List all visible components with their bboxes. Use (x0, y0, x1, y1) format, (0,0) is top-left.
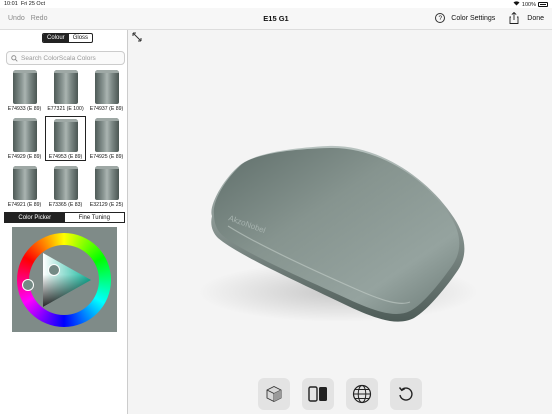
status-bar: 10:01 Fri 25 Oct 100% (0, 0, 552, 8)
picker-tabs: Color Picker Fine Tuning (4, 212, 125, 223)
cube-view-button[interactable] (258, 378, 290, 410)
swatch-item[interactable]: E74929 (E 89) (4, 116, 45, 161)
swatch-item[interactable]: E74925 (E 89) (86, 116, 127, 161)
swatch-item[interactable]: E77321 (E 100) (45, 68, 86, 113)
search-input[interactable]: Search ColorScala Colors (6, 51, 125, 65)
paint-can-icon (94, 166, 119, 200)
paint-can-icon (12, 118, 37, 152)
nav-bar: Undo Redo E15 G1 ? Color Settings Done (0, 8, 552, 30)
swatch-item-selected[interactable]: E74953 (E 89) (45, 116, 86, 161)
tab-fine-tuning[interactable]: Fine Tuning (65, 213, 125, 222)
status-time: 10:01 Fri 25 Oct (4, 1, 45, 7)
swatch-label: E32129 (E 25) (89, 202, 124, 208)
swatch-item[interactable]: E74921 (E 89) (4, 164, 45, 209)
swatch-label: E74929 (E 89) (7, 154, 42, 160)
colour-gloss-segment: Colour Gloss (42, 33, 94, 43)
triangle-handle[interactable] (48, 264, 60, 276)
status-indicators: 100% (513, 1, 548, 8)
segment-colour[interactable]: Colour (43, 34, 69, 42)
segment-gloss[interactable]: Gloss (69, 34, 92, 42)
battery-percent: 100% (521, 1, 536, 8)
color-picker (12, 227, 117, 332)
swatch-grid: E74933 (E 89) E77321 (E 100) E74937 (E 8… (4, 68, 126, 209)
paint-can-icon (94, 118, 119, 152)
color-settings-button[interactable]: Color Settings (451, 15, 495, 22)
saturation-triangle[interactable] (41, 251, 93, 309)
model-canvas[interactable]: AkzoNobel (128, 30, 552, 414)
cube-icon (266, 385, 282, 403)
viewport[interactable]: AkzoNobel (128, 30, 552, 414)
paint-can-icon (12, 166, 37, 200)
paint-can-icon (53, 119, 78, 152)
bottom-toolbar (258, 378, 422, 410)
swatch-label: E74921 (E 89) (7, 202, 42, 208)
paint-can-icon (94, 70, 119, 104)
sidebar: Colour Gloss Search ColorScala Colors E7… (0, 30, 128, 414)
search-placeholder: Search ColorScala Colors (21, 54, 96, 62)
swatch-label: E74925 (E 89) (89, 154, 124, 160)
globe-icon (352, 384, 372, 404)
swatch-item[interactable]: E74933 (E 89) (4, 68, 45, 113)
wifi-icon (513, 1, 520, 8)
compare-button[interactable] (302, 378, 334, 410)
swatch-label: E77321 (E 100) (47, 106, 84, 112)
paint-can-icon (53, 166, 78, 200)
swatch-item[interactable]: E73365 (E 83) (45, 164, 86, 209)
share-icon[interactable] (509, 11, 519, 24)
done-button[interactable]: Done (527, 15, 544, 22)
swatch-item[interactable]: E32129 (E 25) (86, 164, 127, 209)
help-icon[interactable]: ? (435, 13, 446, 23)
battery-icon (538, 2, 548, 7)
reset-button[interactable] (390, 378, 422, 410)
hue-handle[interactable] (22, 279, 34, 291)
paint-can-icon (12, 70, 37, 104)
search-icon (11, 54, 18, 62)
tab-color-picker[interactable]: Color Picker (5, 213, 65, 222)
reset-icon (398, 387, 413, 401)
swatch-label: E74953 (E 89) (48, 154, 83, 160)
paint-can-icon (53, 70, 78, 104)
environment-button[interactable] (346, 378, 378, 410)
swatch-label: E74933 (E 89) (7, 106, 42, 112)
swatch-item[interactable]: E74937 (E 89) (86, 68, 127, 113)
swatch-label: E73365 (E 83) (48, 202, 83, 208)
swatch-label: E74937 (E 89) (89, 106, 124, 112)
compare-icon (308, 386, 327, 402)
